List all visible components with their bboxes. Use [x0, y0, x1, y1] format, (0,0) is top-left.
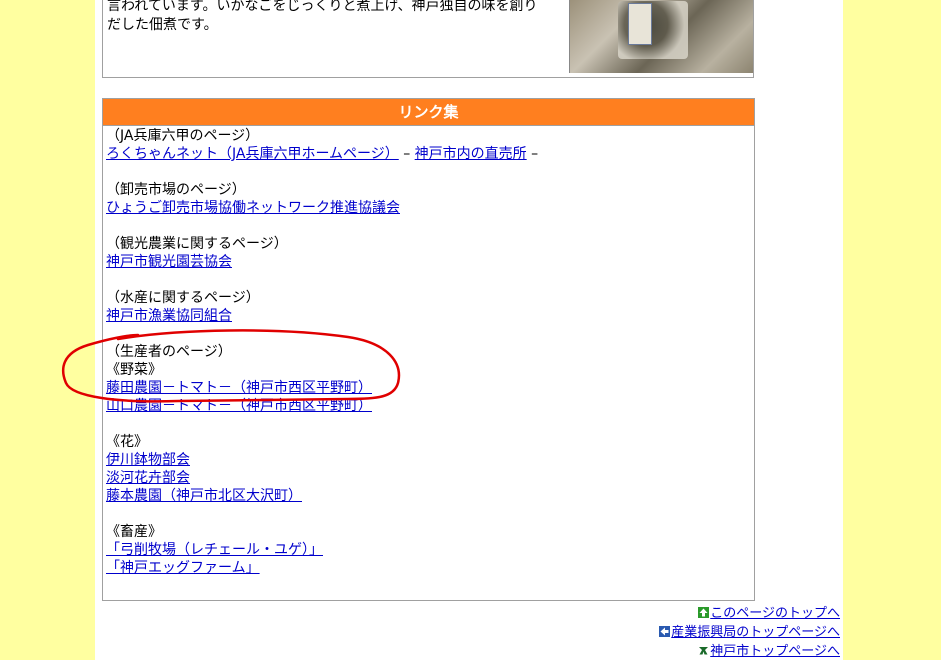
kobe-city-top-link[interactable]: 神戸市トップページへ [710, 644, 840, 659]
tsukudani-product-photo [569, 0, 753, 73]
left-side-band [0, 0, 95, 660]
bureau-top-link[interactable]: 産業振興局のトップページへ [671, 625, 840, 640]
link-rokuchan-net[interactable]: ろくちゃんネット（JA兵庫六甲ホームページ） [106, 146, 399, 162]
link-hyogo-wholesale-network[interactable]: ひょうご卸売市場協働ネットワーク推進協議会 [106, 200, 400, 216]
link-direct-sales[interactable]: 神戸市内の直売所 [415, 146, 527, 162]
group-heading-ja: （JA兵庫六甲のページ） [106, 128, 260, 144]
footer-link-row-city-top: 神戸市トップページへ [659, 642, 840, 661]
page-top-link[interactable]: このページのトップへ [710, 606, 840, 621]
group-heading-fisheries: （水産に関するページ） [106, 290, 260, 306]
group-heading-wholesale: （卸売市場のページ） [106, 182, 246, 198]
description-line-2: だした佃煮です。 [107, 17, 218, 33]
subheading-flowers: 《花》 [106, 434, 148, 450]
link-separator: – [526, 146, 539, 162]
product-description-text: 言われています。いかなごをじっくりと煮上げ、神戸独自の味を創り だした佃煮です。 [107, 0, 562, 35]
link-kobe-egg-farm[interactable]: 「神戸エッグファーム」 [106, 560, 260, 576]
link-kobe-tourism-horticulture[interactable]: 神戸市観光園芸協会 [106, 254, 232, 270]
link-kobe-fishery-coop[interactable]: 神戸市漁業協同組合 [106, 308, 232, 324]
link-yamaguchi-farm[interactable]: 山口農園－トマト－（神戸市西区平野町） [106, 398, 372, 414]
product-description-box: 言われています。いかなごをじっくりと煮上げ、神戸独自の味を創り だした佃煮です。 [102, 0, 754, 78]
link-fujita-farm[interactable]: 藤田農園－トマト－（神戸市西区平野町） [106, 380, 372, 396]
group-heading-producers: （生産者のページ） [106, 344, 232, 360]
description-line-1: 言われています。いかなごをじっくりと煮上げ、神戸独自の味を創り [107, 0, 538, 14]
links-list: （JA兵庫六甲のページ） ろくちゃんネット（JA兵庫六甲ホームページ） – 神戸… [103, 126, 754, 578]
right-side-band [843, 0, 941, 660]
link-yuge-ranch[interactable]: 「弓削牧場（レチェール・ユゲ）」 [106, 542, 323, 558]
subheading-vegetables: 《野菜》 [106, 362, 162, 378]
link-separator: – [398, 146, 415, 162]
group-ja-links: ろくちゃんネット（JA兵庫六甲ホームページ） – 神戸市内の直売所 – [106, 145, 751, 163]
up-arrow-icon [698, 607, 710, 618]
footer-link-row-page-top: このページのトップへ [659, 604, 840, 623]
links-section: リンク集 （JA兵庫六甲のページ） ろくちゃんネット（JA兵庫六甲ホームページ）… [102, 98, 755, 601]
footer-link-row-bureau-top: 産業振興局のトップページへ [659, 623, 840, 642]
group-heading-tourism-agri: （観光農業に関するページ） [106, 236, 288, 252]
links-section-header: リンク集 [103, 99, 754, 126]
package-label-image [628, 3, 652, 45]
kobe-city-emblem-icon [699, 647, 709, 655]
link-ougo-flower-group[interactable]: 淡河花卉部会 [106, 470, 190, 486]
left-arrow-icon [659, 626, 671, 637]
subheading-livestock: 《畜産》 [106, 524, 162, 540]
footer-navigation: このページのトップへ 産業振興局のトップページへ 神戸市トップページへ [659, 604, 840, 661]
link-ikawa-potted-plants[interactable]: 伊川鉢物部会 [106, 452, 190, 468]
link-fujimoto-farm[interactable]: 藤本農園（神戸市北区大沢町） [106, 488, 302, 504]
